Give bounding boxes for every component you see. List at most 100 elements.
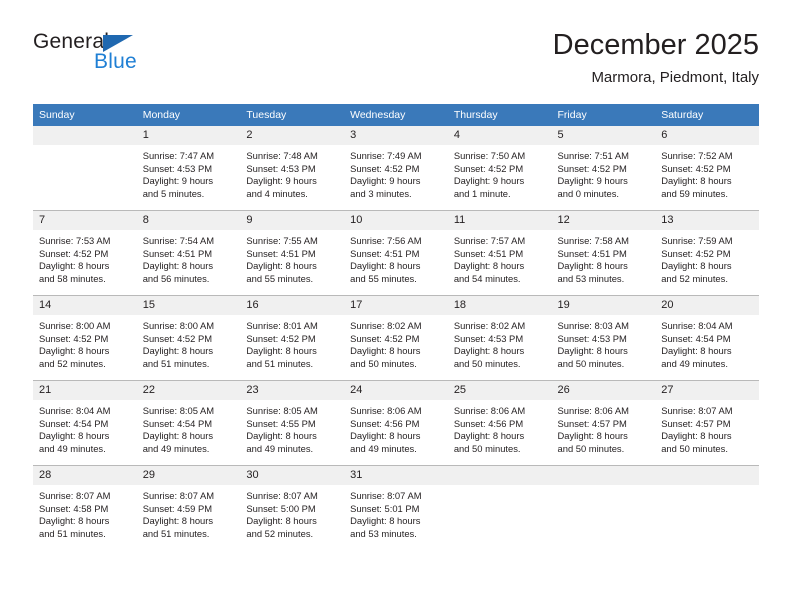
calendar-day-cell[interactable]: 22 Sunrise: 8:05 AM Sunset: 4:54 PM Dayligh… [136,380,241,466]
day-daylight-2-text: and 49 minutes. [350,442,417,454]
day-number: 20 [655,296,759,315]
day-number: 23 [240,381,345,400]
day-daylight-1-text: Daylight: 9 hours [350,175,421,187]
calendar-day-cell[interactable]: 26 Sunrise: 8:06 AM Sunset: 4:57 PM Dayligh… [551,380,656,466]
day-daylight-1-text: Daylight: 8 hours [39,515,110,527]
calendar-day-cell[interactable]: 27 Sunrise: 8:07 AM Sunset: 4:57 PM Dayligh… [655,380,759,466]
day-daylight-2-text: and 49 minutes. [39,442,106,454]
day-number: 14 [33,296,137,315]
calendar-day-cell[interactable]: 5 Sunrise: 7:51 AM Sunset: 4:52 PM Daylight… [551,126,656,211]
day-sunset-text: Sunset: 4:54 PM [142,417,213,429]
day-sunset-text: Sunset: 5:01 PM [350,502,420,514]
day-sun-info: Sunrise: 8:02 AM Sunset: 4:53 PM Daylight:… [448,315,552,370]
day-daylight-2-text: and 50 minutes. [453,357,521,369]
day-daylight-2-text: and 49 minutes. [661,357,728,369]
day-daylight-1-text: Daylight: 8 hours [453,430,525,442]
calendar-day-cell[interactable]: 3 Sunrise: 7:49 AM Sunset: 4:52 PM Daylight… [344,126,448,211]
day-number: 13 [655,211,759,230]
day-number: 6 [655,126,759,145]
day-daylight-2-text: and 52 minutes. [661,272,728,284]
day-daylight-2-text: and 50 minutes. [661,442,728,454]
calendar-day-cell[interactable]: 6 Sunrise: 7:52 AM Sunset: 4:52 PM Daylight… [655,126,759,211]
weekday-header-thursday: Thursday [447,104,552,126]
day-number: 11 [447,211,552,230]
calendar-day-cell[interactable]: 8 Sunrise: 7:54 AM Sunset: 4:51 PM Daylight… [136,210,241,296]
day-number: 29 [136,466,241,485]
calendar-day-cell[interactable]: 31 Sunrise: 8:07 AM Sunset: 5:01 PM Dayligh… [344,465,448,550]
day-sunrise-text: Sunrise: 7:56 AM [350,235,422,246]
calendar-day-cell[interactable]: 29 Sunrise: 8:07 AM Sunset: 4:59 PM Dayligh… [136,465,241,550]
calendar-day-cell[interactable]: 28 Sunrise: 8:07 AM Sunset: 4:58 PM Dayligh… [33,465,137,550]
calendar-body: 1 Sunrise: 7:47 AM Sunset: 4:53 PM Daylight… [33,126,759,550]
day-sunrise-text: Sunrise: 7:58 AM [557,235,629,246]
page-title: December 2025 [552,29,759,61]
weekday-header-sunday: Sunday [33,104,137,126]
day-sun-info: Sunrise: 8:07 AM Sunset: 4:57 PM Daylight:… [655,400,759,455]
calendar-day-cell[interactable]: 19 Sunrise: 8:03 AM Sunset: 4:53 PM Dayligh… [551,295,656,381]
day-sun-info: Sunrise: 8:07 AM Sunset: 4:58 PM Daylight:… [33,485,137,540]
day-daylight-1-text: Daylight: 9 hours [557,175,628,187]
day-daylight-2-text: and 56 minutes. [142,272,210,284]
day-number: 19 [551,296,656,315]
day-daylight-1-text: Daylight: 8 hours [350,345,421,357]
calendar-day-cell[interactable]: 16 Sunrise: 8:01 AM Sunset: 4:52 PM Dayligh… [240,295,345,381]
day-daylight-2-text: and 51 minutes. [142,357,210,369]
weekday-header-tuesday: Tuesday [240,104,345,126]
calendar-day-cell[interactable]: 25 Sunrise: 8:06 AM Sunset: 4:56 PM Dayligh… [447,380,552,466]
calendar-day-cell[interactable]: 4 Sunrise: 7:50 AM Sunset: 4:52 PM Daylight… [447,126,552,211]
calendar-day-cell[interactable]: 11 Sunrise: 7:57 AM Sunset: 4:51 PM Dayligh… [447,210,552,296]
calendar-day-cell[interactable]: 21 Sunrise: 8:04 AM Sunset: 4:54 PM Dayligh… [33,380,137,466]
calendar-cell-empty [33,126,137,211]
day-number: 28 [33,466,137,485]
calendar-day-cell[interactable]: 13 Sunrise: 7:59 AM Sunset: 4:52 PM Dayligh… [655,210,759,296]
day-sunset-text: Sunset: 4:59 PM [142,502,213,514]
calendar-day-cell[interactable]: 1 Sunrise: 7:47 AM Sunset: 4:53 PM Daylight… [136,126,241,211]
day-daylight-2-text: and 53 minutes. [350,527,417,539]
day-daylight-1-text: Daylight: 8 hours [246,430,317,442]
day-sun-info: Sunrise: 7:49 AM Sunset: 4:52 PM Daylight:… [344,145,448,200]
day-sun-info: Sunrise: 7:56 AM Sunset: 4:51 PM Daylight:… [344,230,448,285]
calendar-week-row: 14 Sunrise: 8:00 AM Sunset: 4:52 PM Dayligh… [33,295,759,381]
day-sunset-text: Sunset: 4:53 PM [557,332,627,344]
calendar-day-cell[interactable]: 20 Sunrise: 8:04 AM Sunset: 4:54 PM Dayligh… [655,295,759,381]
calendar-day-cell[interactable]: 18 Sunrise: 8:02 AM Sunset: 4:53 PM Dayligh… [447,295,552,381]
calendar-day-cell[interactable]: 23 Sunrise: 8:05 AM Sunset: 4:55 PM Dayligh… [240,380,345,466]
day-sunset-text: Sunset: 4:56 PM [350,417,420,429]
calendar-cell-empty [655,465,759,550]
calendar-day-cell[interactable]: 9 Sunrise: 7:55 AM Sunset: 4:51 PM Daylight… [240,210,345,296]
calendar-day-cell[interactable]: 10 Sunrise: 7:56 AM Sunset: 4:51 PM Dayligh… [344,210,448,296]
day-daylight-2-text: and 5 minutes. [142,187,205,199]
day-number: 3 [344,126,448,145]
calendar-day-cell[interactable]: 7 Sunrise: 7:53 AM Sunset: 4:52 PM Daylight… [33,210,137,296]
calendar-day-cell[interactable]: 17 Sunrise: 8:02 AM Sunset: 4:52 PM Dayligh… [344,295,448,381]
day-sunset-text: Sunset: 4:52 PM [39,332,109,344]
day-number: 18 [447,296,552,315]
day-sun-info: Sunrise: 7:54 AM Sunset: 4:51 PM Daylight:… [137,230,241,285]
calendar-day-cell[interactable]: 12 Sunrise: 7:58 AM Sunset: 4:51 PM Dayligh… [551,210,656,296]
day-daylight-2-text: and 52 minutes. [246,527,314,539]
day-sunset-text: Sunset: 4:53 PM [142,162,213,174]
day-daylight-1-text: Daylight: 8 hours [246,515,317,527]
day-sun-info: Sunrise: 7:58 AM Sunset: 4:51 PM Daylight:… [552,230,656,285]
calendar-week-row: 28 Sunrise: 8:07 AM Sunset: 4:58 PM Dayligh… [33,465,759,550]
day-sun-info: Sunrise: 8:05 AM Sunset: 4:54 PM Daylight:… [137,400,241,455]
calendar-header-row: Sunday Monday Tuesday Wednesday Thursday Frid… [33,104,759,126]
calendar-day-cell[interactable]: 24 Sunrise: 8:06 AM Sunset: 4:56 PM Dayligh… [344,380,448,466]
calendar-day-cell[interactable]: 14 Sunrise: 8:00 AM Sunset: 4:52 PM Dayligh… [33,295,137,381]
day-daylight-2-text: and 0 minutes. [557,187,620,199]
day-sunset-text: Sunset: 4:57 PM [661,417,731,429]
day-sunrise-text: Sunrise: 8:06 AM [350,405,422,416]
day-number: 31 [344,466,448,485]
day-sunset-text: Sunset: 4:51 PM [246,247,316,259]
day-sunrise-text: Sunrise: 8:07 AM [661,405,733,416]
calendar-day-cell[interactable]: 2 Sunrise: 7:48 AM Sunset: 4:53 PM Daylight… [240,126,345,211]
day-daylight-1-text: Daylight: 8 hours [142,515,214,527]
day-daylight-1-text: Daylight: 8 hours [557,345,628,357]
calendar-week-row: 21 Sunrise: 8:04 AM Sunset: 4:54 PM Dayligh… [33,380,759,466]
day-number: 8 [136,211,241,230]
calendar-day-cell[interactable]: 30 Sunrise: 8:07 AM Sunset: 5:00 PM Dayligh… [240,465,345,550]
day-sunset-text: Sunset: 4:56 PM [453,417,524,429]
general-blue-logo[interactable]: General Blue [33,30,233,92]
calendar-day-cell[interactable]: 15 Sunrise: 8:00 AM Sunset: 4:52 PM Dayligh… [136,295,241,381]
page-header: General Blue December 2025 Marmora, Pied… [33,28,759,98]
